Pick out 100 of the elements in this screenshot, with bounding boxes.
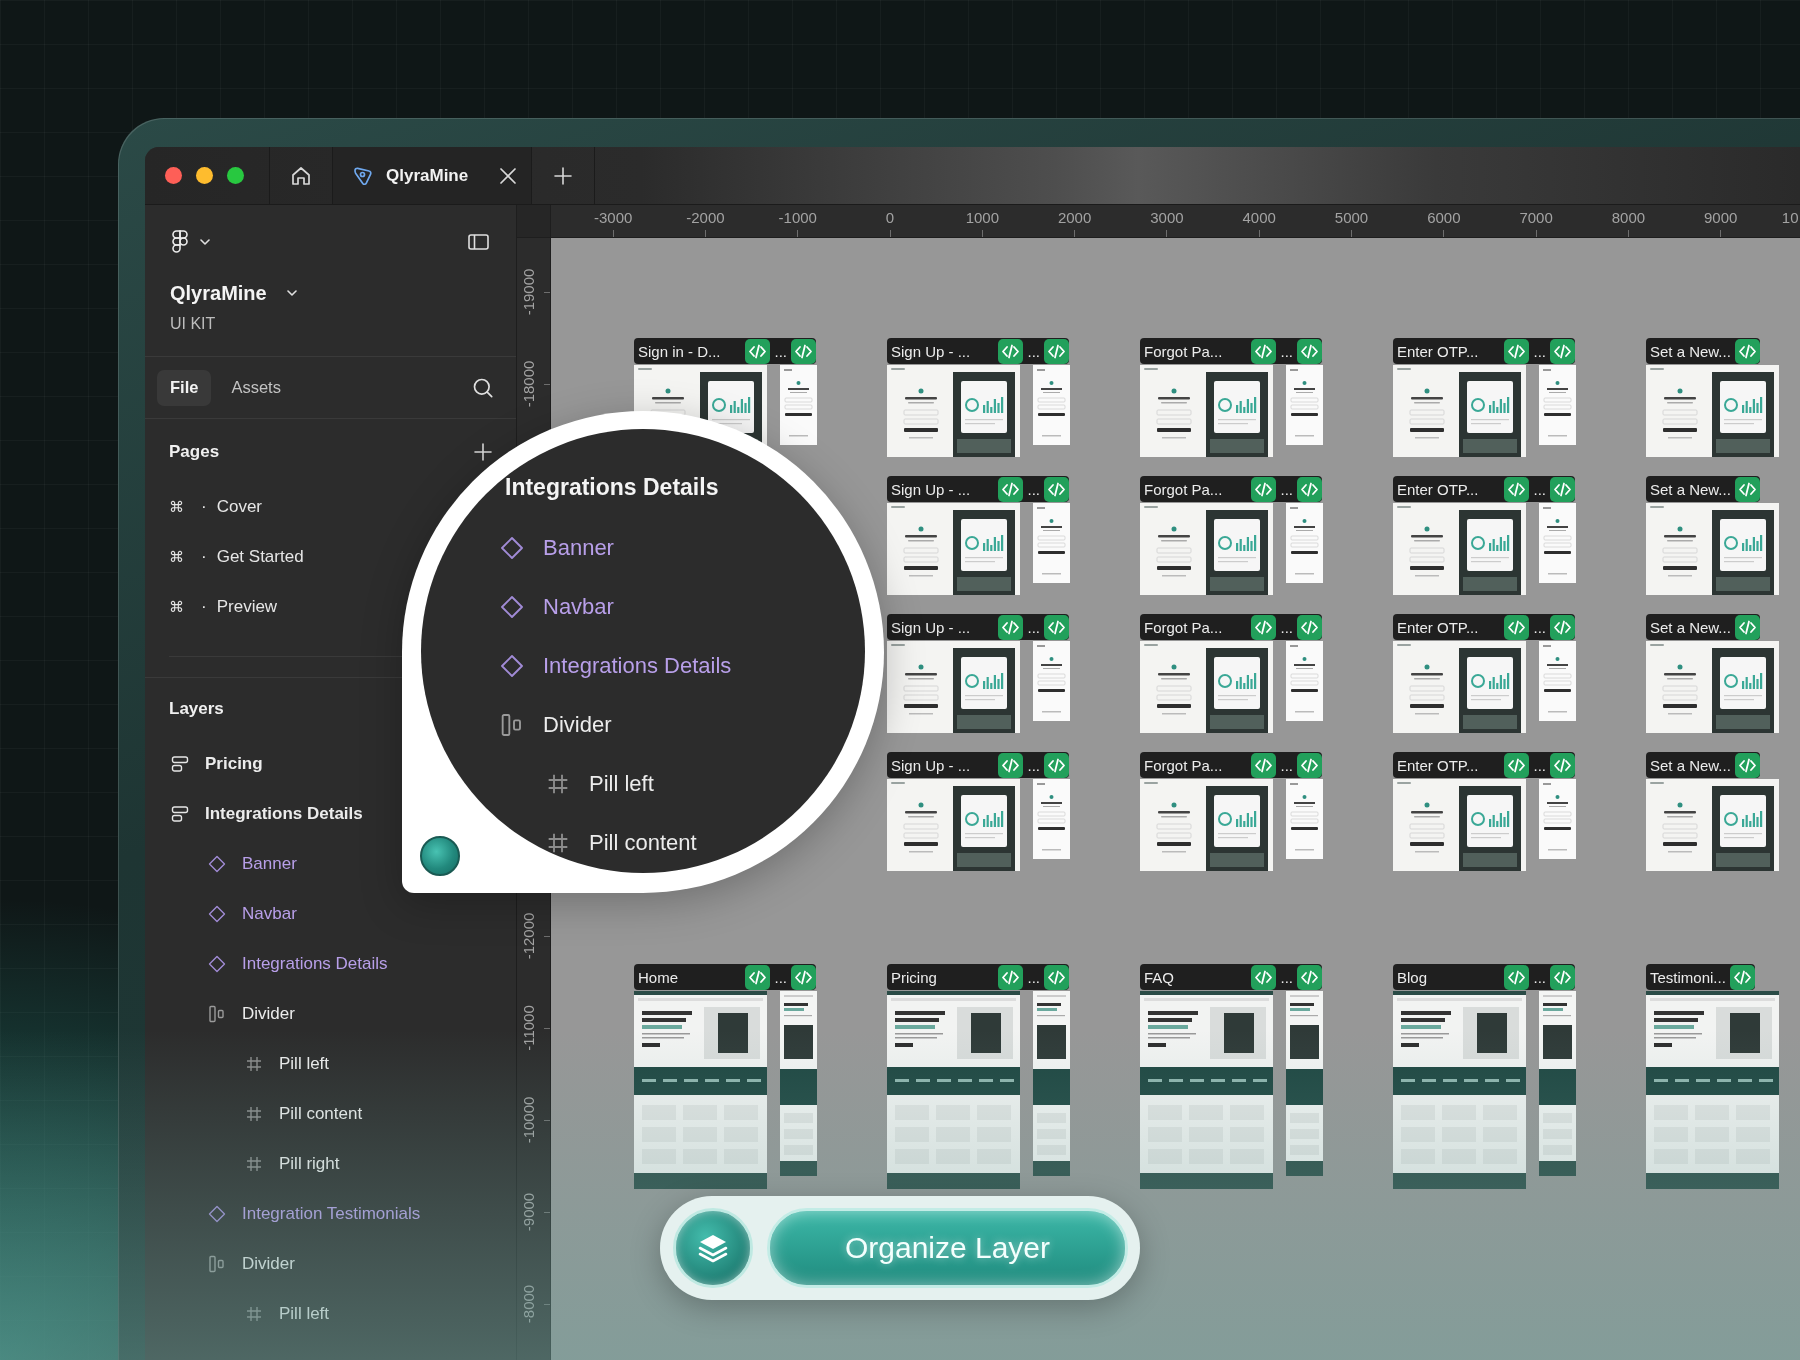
layer-item[interactable]: Pill right: [245, 1154, 340, 1174]
frame-title[interactable]: Set a New...: [1650, 342, 1731, 360]
code-icon[interactable]: [998, 476, 1024, 502]
layer-item[interactable]: Pill left: [245, 1054, 330, 1074]
chevron-down-icon[interactable]: [286, 290, 297, 296]
code-icon[interactable]: [1297, 964, 1322, 990]
frame-title[interactable]: Enter OTP...: [1397, 342, 1501, 360]
maximize-window-icon[interactable]: [227, 167, 244, 184]
frame-title[interactable]: ...: [1027, 480, 1040, 498]
layer-item[interactable]: Integration Testimonials: [208, 1204, 421, 1224]
code-icon[interactable]: [1504, 752, 1530, 778]
project-name[interactable]: QlyraMine: [170, 280, 267, 306]
layer-item[interactable]: Integrations Details: [208, 954, 388, 974]
code-icon[interactable]: [998, 964, 1024, 990]
layer-item[interactable]: Divider: [208, 1004, 295, 1024]
frame-title[interactable]: ...: [1027, 342, 1040, 360]
code-icon[interactable]: [1729, 964, 1755, 990]
code-icon[interactable]: [791, 338, 816, 364]
code-icon[interactable]: [1297, 614, 1322, 640]
frame-title[interactable]: Sign in - D...: [638, 342, 742, 360]
frame-title[interactable]: ...: [1280, 968, 1293, 986]
layer-item[interactable]: Integrations Details: [171, 804, 363, 824]
frame-title[interactable]: Home: [638, 968, 742, 986]
frame-title[interactable]: Sign Up - ...: [891, 342, 995, 360]
frame-title[interactable]: ...: [1533, 618, 1546, 636]
layer-item[interactable]: Pill left: [245, 1304, 330, 1324]
code-icon[interactable]: [1504, 614, 1530, 640]
chevron-down-icon[interactable]: [200, 239, 210, 245]
layer-item[interactable]: Banner: [500, 534, 614, 561]
frame-title[interactable]: Set a New...: [1650, 480, 1731, 498]
frame-title[interactable]: Forgot Pa...: [1144, 756, 1248, 774]
frame-title[interactable]: Forgot Pa...: [1144, 342, 1248, 360]
frame-title[interactable]: Enter OTP...: [1397, 480, 1501, 498]
layer-item[interactable]: Banner: [208, 854, 297, 874]
code-icon[interactable]: [1297, 476, 1322, 502]
code-icon[interactable]: [1504, 338, 1530, 364]
search-icon[interactable]: [473, 377, 493, 398]
frame-title[interactable]: Forgot Pa...: [1144, 480, 1248, 498]
code-icon[interactable]: [998, 752, 1024, 778]
code-icon[interactable]: [1550, 476, 1575, 502]
frame-title[interactable]: ...: [1027, 756, 1040, 774]
code-icon[interactable]: [1550, 614, 1575, 640]
frame-title[interactable]: ...: [1533, 968, 1546, 986]
layer-item[interactable]: Pill content: [245, 1104, 363, 1124]
code-icon[interactable]: [1251, 338, 1277, 364]
code-icon[interactable]: [1044, 964, 1069, 990]
frame-title[interactable]: Set a New...: [1650, 756, 1731, 774]
layer-item[interactable]: Divider: [500, 711, 612, 738]
code-icon[interactable]: [1734, 614, 1760, 640]
frame-title[interactable]: ...: [774, 342, 787, 360]
code-icon[interactable]: [1044, 476, 1069, 502]
frame-title[interactable]: Pricing: [891, 968, 995, 986]
frame-title[interactable]: ...: [774, 968, 787, 986]
code-icon[interactable]: [998, 338, 1024, 364]
frame-title[interactable]: ...: [1280, 480, 1293, 498]
code-icon[interactable]: [1734, 752, 1760, 778]
new-tab-icon[interactable]: [554, 166, 572, 185]
frame-title[interactable]: Sign Up - ...: [891, 618, 995, 636]
code-icon[interactable]: [1044, 614, 1069, 640]
close-icon[interactable]: [499, 166, 517, 185]
document-tab[interactable]: QlyraMine: [333, 147, 532, 204]
layer-item[interactable]: Pill content: [546, 829, 697, 856]
frame-title[interactable]: ...: [1533, 480, 1546, 498]
code-icon[interactable]: [1734, 476, 1760, 502]
code-icon[interactable]: [1734, 338, 1760, 364]
frame-title[interactable]: Enter OTP...: [1397, 756, 1501, 774]
page-item[interactable]: ⌘ · Preview: [169, 597, 278, 617]
code-icon[interactable]: [745, 338, 771, 364]
frame-title[interactable]: FAQ: [1144, 968, 1248, 986]
layer-item[interactable]: Navbar: [208, 904, 297, 924]
code-icon[interactable]: [1044, 338, 1069, 364]
app-logo-icon[interactable]: [172, 230, 188, 254]
close-window-icon[interactable]: [165, 167, 182, 184]
frame-title[interactable]: ...: [1280, 756, 1293, 774]
layer-item[interactable]: Integrations Details: [500, 652, 732, 679]
frame-title[interactable]: Set a New...: [1650, 618, 1731, 636]
code-icon[interactable]: [1044, 752, 1069, 778]
code-icon[interactable]: [1550, 752, 1575, 778]
page-item[interactable]: ⌘ · Cover: [169, 497, 263, 517]
frame-title[interactable]: ...: [1533, 756, 1546, 774]
code-icon[interactable]: [745, 964, 771, 990]
layer-item[interactable]: Pill left: [546, 770, 654, 797]
code-icon[interactable]: [1550, 338, 1575, 364]
frame-title[interactable]: Sign Up - ...: [891, 756, 995, 774]
panel-tab[interactable]: Assets: [218, 369, 294, 406]
frame-title[interactable]: Enter OTP...: [1397, 618, 1501, 636]
frame-title[interactable]: ...: [1027, 968, 1040, 986]
minimize-window-icon[interactable]: [196, 167, 213, 184]
frame-title[interactable]: Forgot Pa...: [1144, 618, 1248, 636]
code-icon[interactable]: [791, 964, 816, 990]
code-icon[interactable]: [1297, 752, 1322, 778]
code-icon[interactable]: [1251, 614, 1277, 640]
code-icon[interactable]: [1504, 476, 1530, 502]
frame-title[interactable]: Blog: [1397, 968, 1501, 986]
sidebar-toggle-icon[interactable]: [468, 234, 489, 250]
home-icon[interactable]: [290, 164, 312, 187]
frame-title[interactable]: Sign Up - ...: [891, 480, 995, 498]
page-item[interactable]: ⌘ · Get Started: [169, 547, 304, 567]
code-icon[interactable]: [1297, 338, 1322, 364]
code-icon[interactable]: [998, 614, 1024, 640]
